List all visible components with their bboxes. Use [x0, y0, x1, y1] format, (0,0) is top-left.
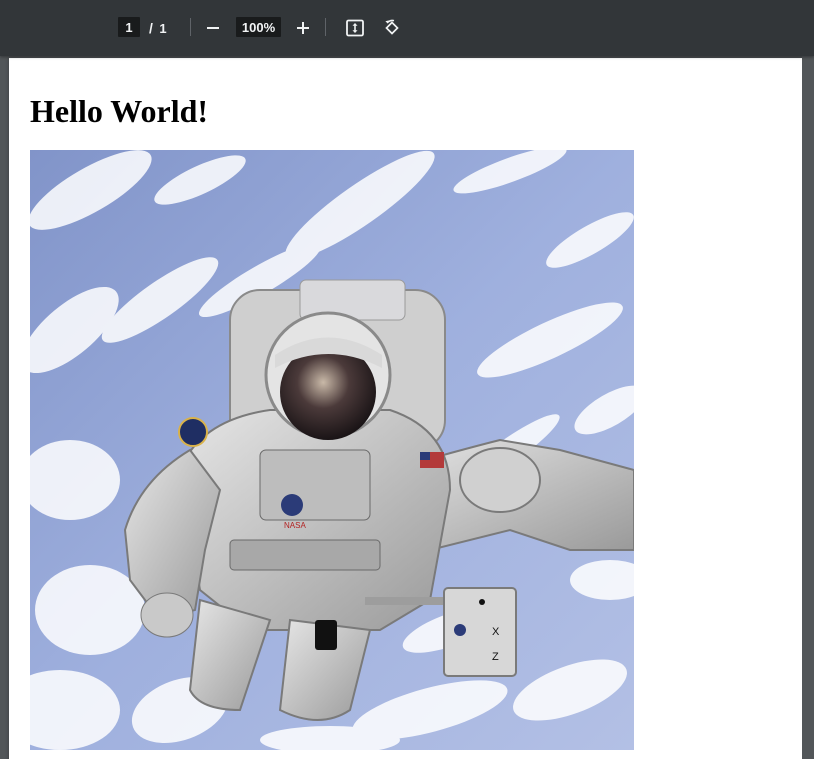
svg-text:NASA: NASA: [284, 521, 306, 530]
pdf-toolbar: 1 / 1 100%: [0, 0, 814, 56]
svg-text:Z: Z: [492, 651, 499, 663]
page-number-input[interactable]: 1: [118, 17, 140, 37]
pdf-viewer: 1 / 1 100% Hello World! NASA X Z: [0, 0, 814, 759]
scrollbar[interactable]: [802, 56, 814, 759]
toolbar-divider: [325, 18, 326, 36]
page-total: 1: [159, 20, 167, 36]
rotate-icon: [385, 19, 399, 35]
zoom-level-input[interactable]: 100%: [236, 17, 281, 37]
page-separator: /: [149, 20, 153, 36]
page-heading: Hello World!: [30, 93, 209, 129]
pdf-page: Hello World! NASA X Z: [9, 58, 802, 759]
fit-to-page-button[interactable]: [343, 0, 367, 56]
svg-text:X: X: [492, 626, 500, 638]
toolbar-divider: [190, 18, 191, 36]
fit-to-page-icon: [346, 19, 364, 37]
rotate-button[interactable]: [380, 0, 404, 56]
zoom-out-button[interactable]: [201, 0, 225, 56]
astronaut-image: NASA X Z: [30, 150, 634, 750]
minus-icon: [207, 27, 219, 29]
astronaut-photo: NASA X Z: [30, 150, 634, 750]
zoom-in-button[interactable]: [291, 0, 315, 56]
plus-icon: [297, 22, 309, 34]
